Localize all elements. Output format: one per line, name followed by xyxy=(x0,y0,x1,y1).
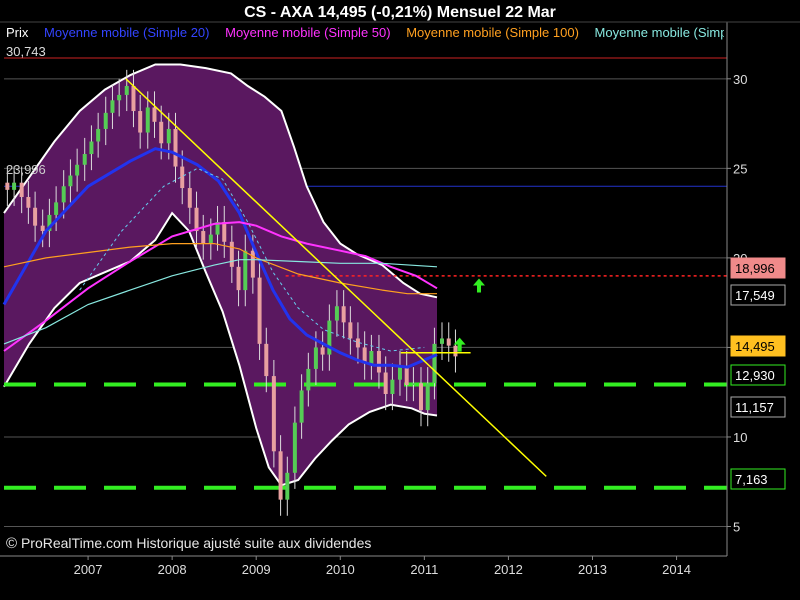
legend-ma100: Moyenne mobile (Simple 100) xyxy=(406,25,579,40)
candle-body xyxy=(110,100,115,113)
legend: Prix Moyenne mobile (Simple 20) Moyenne … xyxy=(6,25,724,41)
candle-body xyxy=(159,121,164,144)
candle-body xyxy=(418,383,423,411)
up-arrow-icon xyxy=(472,278,485,293)
candle-body xyxy=(299,390,304,423)
right-label-text: 14,495 xyxy=(735,339,775,354)
candle-body xyxy=(89,141,94,155)
candle-body xyxy=(453,345,458,357)
candle-body xyxy=(383,372,388,394)
candle-body xyxy=(26,197,31,208)
y-tick-label: 25 xyxy=(733,161,747,176)
right-label-text: 7,163 xyxy=(735,472,768,487)
candle-body xyxy=(257,277,262,344)
candle-body xyxy=(103,112,108,129)
x-tick-label: 2013 xyxy=(578,562,607,577)
candle-body xyxy=(285,472,290,500)
candle-body xyxy=(5,182,10,190)
candle-body xyxy=(271,376,276,452)
y-tick-label: 30 xyxy=(733,72,747,87)
envelope-band xyxy=(3,63,438,487)
candle-body xyxy=(187,188,192,208)
legend-price: Prix xyxy=(6,25,29,40)
right-label-text: 18,996 xyxy=(735,261,775,276)
candle-body xyxy=(334,306,339,321)
right-label-text: 11,157 xyxy=(735,400,774,415)
candle-body xyxy=(411,383,416,386)
legend-ma20: Moyenne mobile (Simple 20) xyxy=(44,25,210,40)
chart-title: CS - AXA 14,495 (-0,21%) Mensuel 22 Mar xyxy=(244,4,556,21)
candle-body xyxy=(446,338,451,346)
candle-body xyxy=(68,175,73,187)
top-value-label: 30,743 xyxy=(6,44,46,59)
candle-body xyxy=(19,182,24,198)
left-value-label: 23,996 xyxy=(6,162,46,177)
right-label-text: 17,549 xyxy=(735,288,775,303)
candle-body xyxy=(348,322,353,339)
legend-ma200: Moyenne mobile (Simple 200) xyxy=(594,25,724,40)
x-tick-label: 2012 xyxy=(494,562,523,577)
candle-body xyxy=(33,207,38,226)
candle-body xyxy=(390,379,395,394)
x-tick-label: 2010 xyxy=(326,562,355,577)
right-label-text: 12,930 xyxy=(735,368,775,383)
candle-body xyxy=(40,225,45,232)
candle-body xyxy=(369,351,374,364)
x-tick-label: 2009 xyxy=(242,562,271,577)
band-fill xyxy=(4,64,437,486)
candle-body xyxy=(264,343,269,377)
x-tick-label: 2008 xyxy=(158,562,187,577)
candle-body xyxy=(82,154,87,165)
candle-body xyxy=(397,367,402,380)
candle-body xyxy=(278,451,283,500)
candle-body xyxy=(96,128,101,142)
candle-body xyxy=(236,266,241,291)
legend-ma50: Moyenne mobile (Simple 50) xyxy=(225,25,391,40)
candle-body xyxy=(222,222,227,242)
candle-body xyxy=(313,347,318,369)
candle-body xyxy=(145,107,150,133)
right-value-labels: 18,996 17,549 14,495 12,930 11,157 7,163 xyxy=(730,257,786,490)
candle-body xyxy=(376,351,381,373)
y-tick-label: 5 xyxy=(733,520,740,535)
x-tick-label: 2014 xyxy=(662,562,691,577)
candle-body xyxy=(61,186,66,203)
candle-body xyxy=(12,182,17,190)
candle-body xyxy=(194,207,199,232)
watermark-text: ProRealTime.com Historique ajusté suite … xyxy=(20,535,372,551)
candle-body xyxy=(440,338,445,344)
candle-body xyxy=(173,128,178,167)
candle-body xyxy=(404,367,409,386)
candle-body xyxy=(320,347,325,355)
candle-body xyxy=(432,343,437,384)
copyright-icon: © xyxy=(6,535,18,552)
candle-body xyxy=(54,202,59,215)
watermark: © ProRealTime.com Historique ajusté suit… xyxy=(6,535,371,552)
candle-body xyxy=(341,306,346,323)
candle-body xyxy=(131,85,136,112)
candle-body xyxy=(327,320,332,355)
price-chart: 5101520253020072008200920102011201220132… xyxy=(0,21,800,577)
candle-body xyxy=(229,241,234,267)
candle-body xyxy=(166,128,171,144)
candle-body xyxy=(124,85,129,95)
candle-body xyxy=(75,164,80,176)
candle-body xyxy=(306,368,311,391)
candle-body xyxy=(138,111,143,133)
candle-body xyxy=(117,94,122,101)
x-tick-label: 2007 xyxy=(74,562,103,577)
candle-body xyxy=(180,166,185,189)
candle-body xyxy=(201,231,206,244)
candle-body xyxy=(152,107,157,122)
candle-body xyxy=(208,234,213,244)
candle-body xyxy=(243,250,248,291)
x-tick-label: 2011 xyxy=(410,562,438,577)
y-tick-label: 10 xyxy=(733,430,747,445)
candle-body xyxy=(292,422,297,473)
candle-body xyxy=(425,383,430,411)
